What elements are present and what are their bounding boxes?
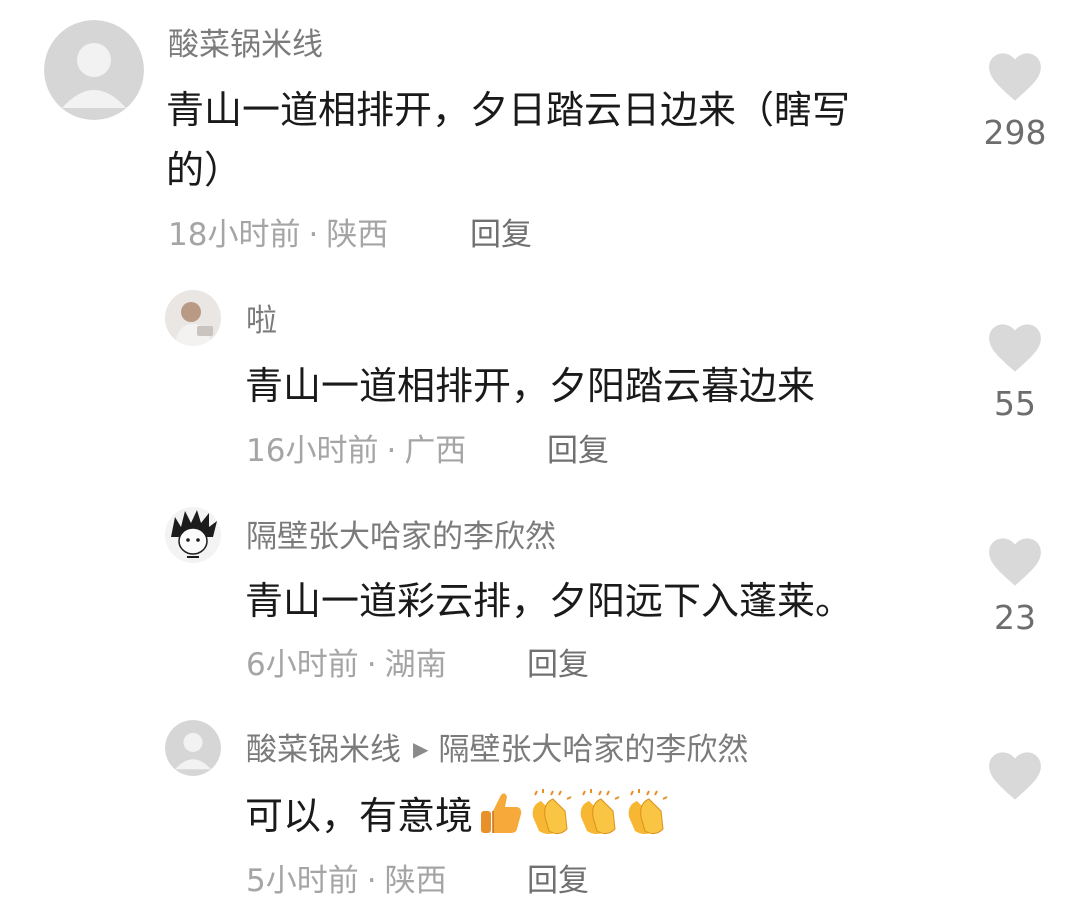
reply-button[interactable]: 回复	[547, 436, 609, 467]
like-button[interactable]	[955, 751, 1075, 815]
like-count: 55	[994, 384, 1036, 423]
default-user-avatar-icon[interactable]	[165, 720, 221, 776]
reply-button[interactable]: 回复	[527, 866, 589, 897]
reply-button[interactable]: 回复	[527, 650, 589, 681]
comment-time: 18小时前	[168, 217, 301, 253]
like-button[interactable]: 23	[955, 537, 1075, 634]
comment-location: 陕西	[384, 863, 447, 899]
comment-location: 广西	[404, 433, 467, 469]
heart-icon	[989, 53, 1041, 101]
thumbs-up-emoji-icon	[481, 793, 522, 833]
like-button[interactable]: 55	[955, 323, 1075, 420]
comment-username[interactable]: 酸菜锅米线	[168, 30, 323, 61]
comment-username[interactable]: 啦	[246, 306, 277, 337]
comment-text-line-1: 青山一道彩云排，夕阳远下入蓬莱。	[245, 579, 854, 623]
comment-time: 6小时前	[246, 647, 359, 683]
comment-location: 湖南	[384, 647, 447, 683]
comment-location: 陕西	[326, 217, 389, 253]
comment-text-line-1: 可以，有意境	[245, 786, 668, 856]
comment-text-line-1: 青山一道相排开，夕阳踏云暮边来	[245, 364, 816, 408]
like-count: 298	[983, 113, 1047, 152]
heart-icon	[989, 324, 1041, 372]
comment-meta: 5小时前 · 陕西	[246, 866, 447, 897]
heart-icon	[989, 538, 1041, 586]
like-button[interactable]: 298	[955, 52, 1075, 149]
comment-meta: 6小时前 · 湖南	[246, 650, 447, 681]
comment-username[interactable]: 隔壁张大哈家的李欣然	[246, 522, 556, 553]
clapping-hands-emoji-icon	[628, 789, 668, 835]
heart-icon	[989, 752, 1041, 800]
comment-text-line-2: 的）	[166, 148, 243, 192]
emoji-group	[475, 787, 668, 856]
reply-arrow-icon: ▶	[413, 737, 429, 761]
clapping-hands-emoji-icon	[580, 789, 620, 835]
comment-text-line-1: 青山一道相排开，夕日踏云日边来（瞎写	[166, 88, 851, 132]
photo-avatar-icon[interactable]	[165, 290, 221, 346]
comment-text: 可以，有意境	[245, 794, 474, 838]
meta-separator: ·	[386, 433, 397, 469]
reply-to-username[interactable]: 隔壁张大哈家的李欣然	[438, 732, 748, 768]
meta-separator: ·	[366, 863, 377, 899]
comment-time: 5小时前	[246, 863, 359, 899]
default-user-avatar-icon[interactable]	[44, 20, 144, 120]
anime-character-avatar-icon[interactable]	[165, 507, 221, 563]
meta-separator: ·	[308, 217, 319, 253]
comment-meta: 18小时前 · 陕西	[168, 220, 388, 251]
comment-username[interactable]: 酸菜锅米线	[246, 732, 401, 768]
comment-time: 16小时前	[246, 433, 379, 469]
meta-separator: ·	[366, 647, 377, 683]
comment-username-line: 酸菜锅米线 ▶ 隔壁张大哈家的李欣然	[246, 735, 748, 766]
reply-button[interactable]: 回复	[470, 220, 532, 251]
like-count: 23	[994, 598, 1036, 637]
comment-meta: 16小时前 · 广西	[246, 436, 466, 467]
clapping-hands-emoji-icon	[532, 789, 572, 835]
